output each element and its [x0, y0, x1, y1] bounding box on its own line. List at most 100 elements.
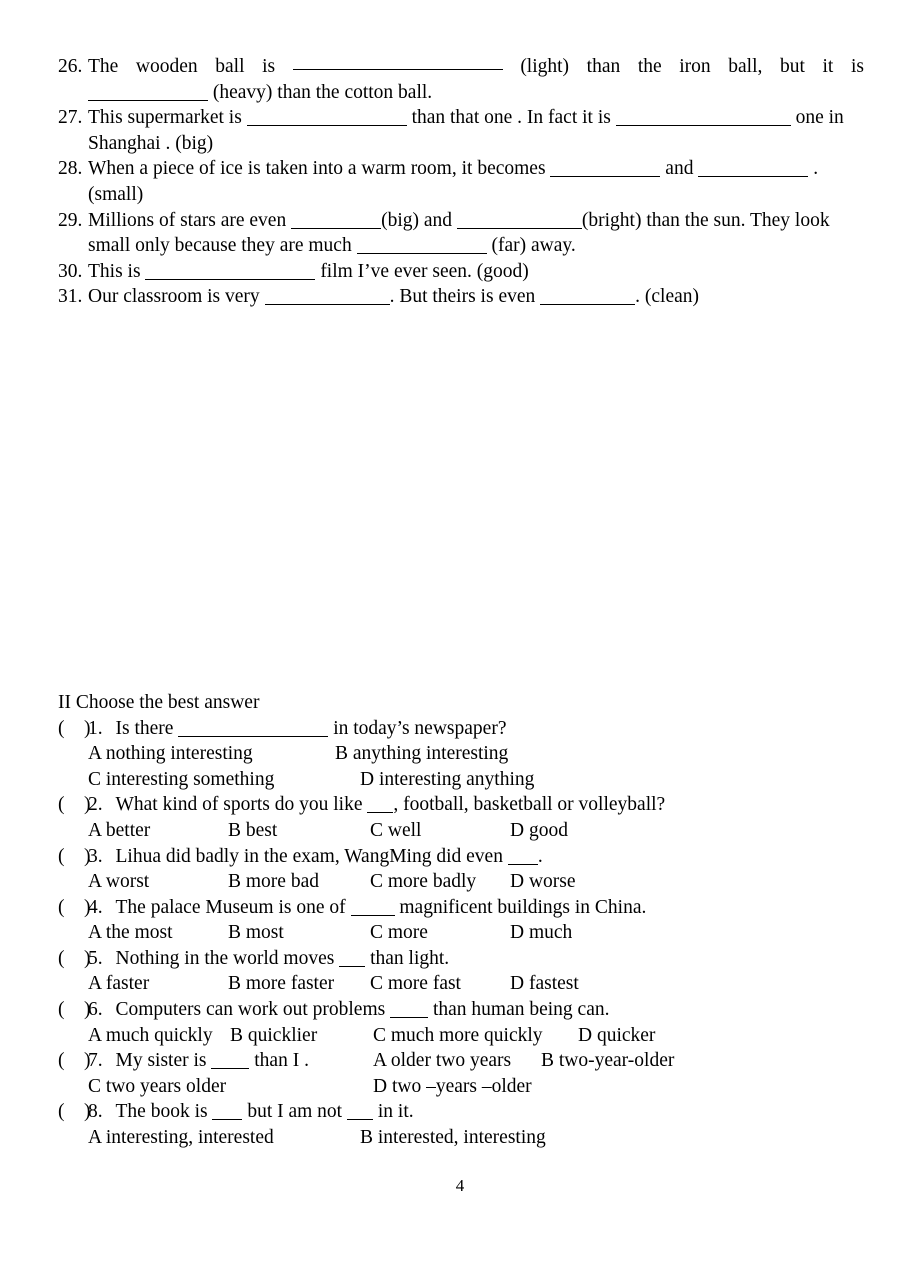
answer-blank[interactable]	[356, 238, 487, 255]
option-a[interactable]: A better	[88, 818, 150, 844]
answer-paren-open: (	[58, 999, 65, 1021]
stem-text: Is there	[115, 717, 174, 739]
stem-text: My sister is	[115, 1050, 207, 1072]
question-text: film I’ve ever seen. (good)	[320, 260, 529, 282]
answer-blank[interactable]	[540, 289, 636, 306]
option-b[interactable]: B interested, interesting	[360, 1125, 546, 1151]
option-a[interactable]: A nothing interesting	[88, 741, 253, 767]
answer-blank[interactable]	[145, 264, 316, 280]
option-c[interactable]: C more	[370, 920, 428, 946]
option-b[interactable]: B anything interesting	[335, 741, 508, 767]
choice-question-3: ( ) 3. Lihua did badly in the exam, Wang…	[58, 844, 864, 870]
option-c[interactable]: C more badly	[370, 869, 476, 895]
answer-paren-open: (	[58, 1050, 65, 1072]
option-c[interactable]: C more fast	[370, 971, 461, 997]
option-d[interactable]: D worse	[510, 869, 576, 895]
option-a[interactable]: A worst	[88, 869, 149, 895]
stem-text: magnificent buildings in China.	[399, 896, 647, 918]
answer-blank[interactable]	[264, 289, 390, 306]
option-a[interactable]: A older two years	[373, 1048, 511, 1074]
option-c[interactable]: C much more quickly	[373, 1023, 543, 1049]
answer-blank[interactable]	[291, 213, 382, 229]
answer-blank[interactable]	[292, 54, 503, 70]
option-b[interactable]: B more bad	[228, 869, 319, 895]
question-item-27: 27. This supermarket is than that one . …	[58, 105, 864, 156]
fill-in-section: 26. The wooden ball is (light) than the …	[58, 54, 864, 310]
option-d[interactable]: D good	[510, 818, 568, 844]
question-text: .	[813, 158, 819, 180]
answer-blank[interactable]	[390, 1002, 429, 1019]
answer-blank[interactable]	[615, 110, 791, 127]
stem-text: , football, basketball or volleyball?	[393, 794, 666, 816]
question-stem: Nothing in the world moves than light.	[108, 946, 450, 972]
stem-text: in it.	[377, 1101, 414, 1123]
stem-text: The book is	[115, 1101, 208, 1123]
option-b[interactable]: B most	[228, 920, 284, 946]
option-a[interactable]: A much quickly	[88, 1023, 213, 1049]
answer-blank[interactable]	[367, 797, 394, 814]
option-c[interactable]: C two years older	[88, 1074, 226, 1100]
stem-text: What kind of sports do you like	[115, 794, 363, 816]
question-text: (heavy) than the cotton ball.	[212, 81, 433, 103]
answer-blank[interactable]	[212, 1104, 243, 1121]
answer-paren-close: )	[84, 947, 91, 969]
option-a[interactable]: A interesting, interested	[88, 1125, 274, 1151]
question-text: Our classroom is very	[88, 286, 260, 308]
option-b[interactable]: B quicklier	[230, 1023, 317, 1049]
option-d[interactable]: D much	[510, 920, 572, 946]
answer-paren-close: )	[84, 1050, 91, 1072]
question-body: The wooden ball is (light) than the iron…	[88, 54, 864, 105]
option-d[interactable]: D interesting anything	[360, 767, 534, 793]
answer-blank[interactable]	[211, 1053, 250, 1070]
word: it	[822, 56, 834, 77]
answer-blank[interactable]	[246, 110, 407, 127]
option-b[interactable]: B best	[228, 818, 277, 844]
answer-blank[interactable]	[507, 849, 538, 865]
answer-paren-open: (	[58, 794, 65, 816]
word: (light)	[520, 56, 570, 77]
option-d[interactable]: D two –years –older	[373, 1074, 532, 1100]
answer-blank[interactable]	[339, 951, 366, 967]
option-row: C two years older D two –years –older	[58, 1074, 864, 1100]
answer-blank[interactable]	[456, 213, 582, 229]
question-body: This is film I’ve ever seen. (good)	[88, 259, 864, 285]
option-d[interactable]: D quicker	[578, 1023, 655, 1049]
option-d[interactable]: D fastest	[510, 971, 579, 997]
question-item-31: 31. Our classroom is very . But theirs i…	[58, 284, 864, 310]
option-c[interactable]: C well	[370, 818, 421, 844]
option-b[interactable]: B two-year-older	[541, 1048, 674, 1074]
question-text: (far) away.	[491, 235, 576, 257]
word: The	[88, 56, 119, 77]
question-stem: The palace Museum is one of magnificent …	[108, 895, 647, 921]
question-body: When a piece of ice is taken into a warm…	[88, 156, 864, 207]
answer-paren-close: )	[84, 845, 91, 867]
question-item-26: 26. The wooden ball is (light) than the …	[58, 54, 864, 105]
section-heading: II Choose the best answer	[58, 691, 260, 713]
option-a[interactable]: A the most	[88, 920, 173, 946]
answer-blank[interactable]	[178, 721, 329, 737]
stem-text: Nothing in the world moves	[115, 947, 335, 969]
question-text: This supermarket is	[88, 107, 242, 129]
stem-text: .	[537, 845, 543, 867]
question-stem: Lihua did badly in the exam, WangMing di…	[108, 844, 543, 870]
answer-blank[interactable]	[698, 161, 809, 178]
question-stem: Is there in today’s newspaper?	[108, 716, 507, 742]
answer-paren-close: )	[84, 1101, 91, 1123]
answer-blank[interactable]	[350, 900, 395, 916]
question-text: and	[665, 158, 694, 180]
question-text: . (clean)	[635, 286, 700, 308]
option-c[interactable]: C interesting something	[88, 767, 274, 793]
question-stem: Computers can work out problems than hum…	[108, 997, 610, 1023]
word: than	[586, 56, 621, 77]
option-a[interactable]: A faster	[88, 971, 149, 997]
answer-paren-open: (	[58, 947, 65, 969]
answer-blank[interactable]	[550, 161, 661, 178]
question-number: 26.	[58, 56, 83, 77]
answer-blank[interactable]	[88, 85, 208, 101]
document-page: 26. The wooden ball is (light) than the …	[0, 0, 920, 1277]
answer-blank[interactable]	[346, 1104, 373, 1121]
question-stem: What kind of sports do you like , footba…	[108, 792, 666, 818]
stem-text: The palace Museum is one of	[115, 896, 346, 918]
answer-paren-open: (	[58, 845, 65, 867]
option-b[interactable]: B more faster	[228, 971, 334, 997]
